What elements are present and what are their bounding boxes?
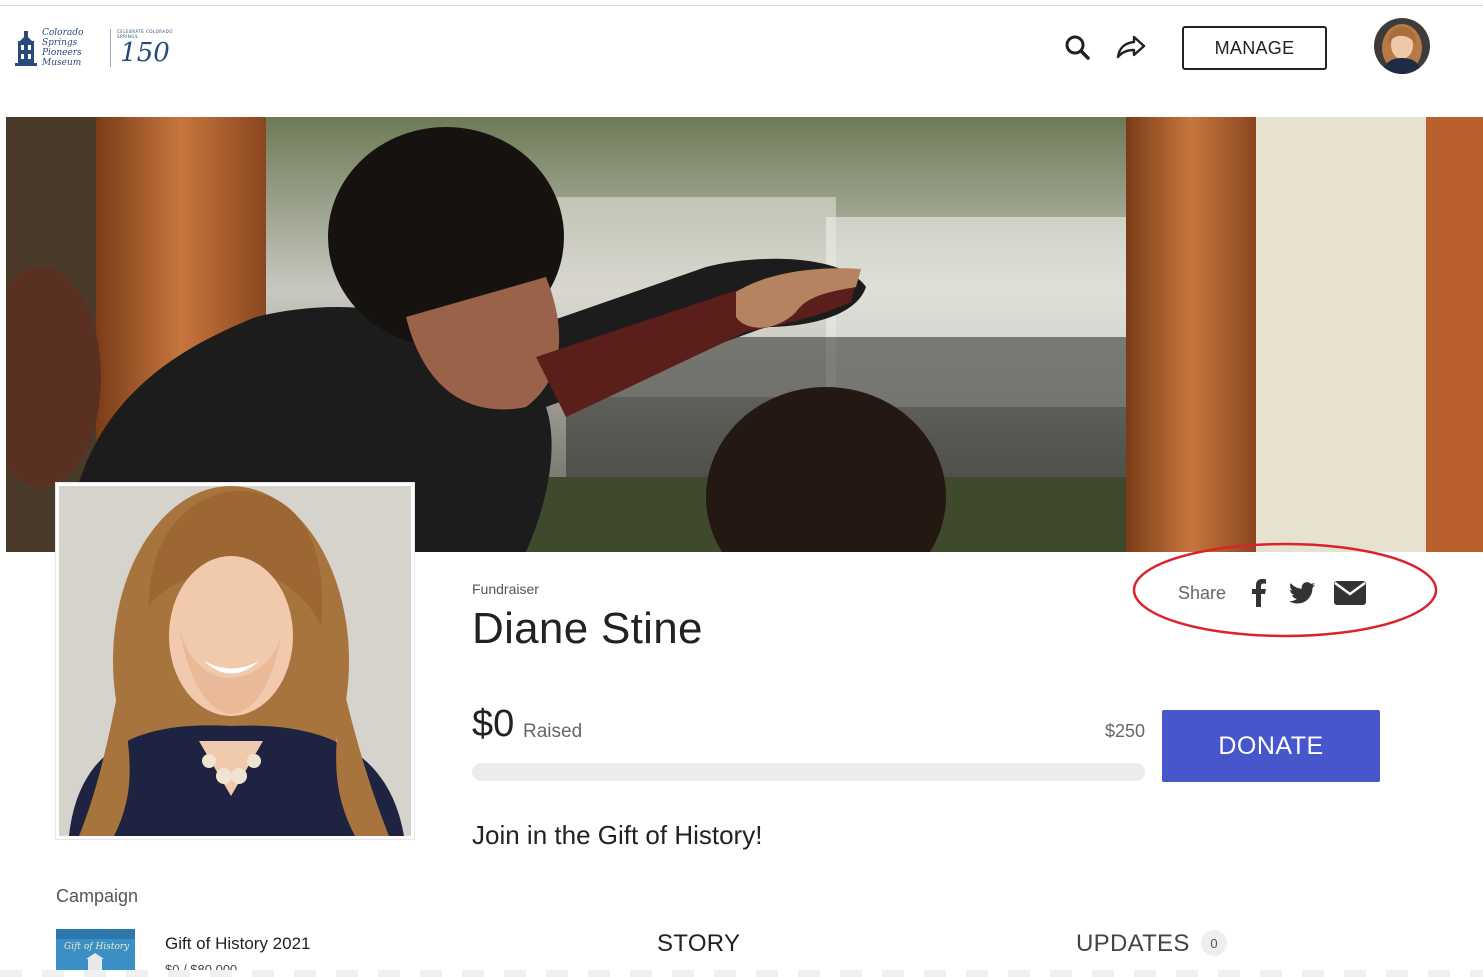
fundraiser-type-label: Fundraiser — [472, 581, 539, 597]
logo-wordmark: Colorado Springs Pioneers Museum — [42, 28, 84, 68]
tab-story[interactable]: STORY — [657, 930, 740, 958]
raised-label: Raised — [523, 721, 583, 742]
donate-button[interactable]: DONATE — [1162, 710, 1380, 782]
share-label: Share — [1178, 582, 1227, 603]
courthouse-icon — [14, 29, 38, 67]
share-icon[interactable] — [1116, 32, 1146, 62]
site-logo[interactable]: Colorado Springs Pioneers Museum CELEBRA… — [14, 24, 178, 72]
facebook-icon[interactable] — [1246, 578, 1272, 608]
updates-count-badge: 0 — [1201, 930, 1227, 956]
fundraiser-profile-photo — [56, 483, 414, 839]
fundraiser-name: Diane Stine — [472, 604, 703, 653]
tab-updates[interactable]: UPDATES — [1076, 930, 1190, 958]
manage-button[interactable]: MANAGE — [1182, 26, 1327, 70]
twitter-icon[interactable] — [1290, 578, 1316, 608]
fundraiser-tagline: Join in the Gift of History! — [472, 820, 763, 850]
logo-150-badge: CELEBRATE COLORADO SPRINGS 150 — [117, 29, 173, 67]
svg-text:Gift of History: Gift of History — [64, 942, 130, 952]
page-fade-edge — [0, 970, 1483, 977]
campaign-name[interactable]: Gift of History 2021 — [165, 934, 311, 954]
top-border — [0, 5, 1483, 6]
share-bar: Share — [1178, 578, 1384, 608]
user-avatar[interactable] — [1374, 18, 1430, 74]
goal-amount: $250 — [1104, 721, 1145, 741]
fundraising-progress-bar — [472, 763, 1145, 781]
amount-raised: $0 — [472, 703, 515, 745]
search-icon[interactable] — [1062, 32, 1092, 62]
logo-number: 150 — [120, 38, 170, 68]
email-icon[interactable] — [1334, 578, 1367, 608]
campaign-section-label: Campaign — [56, 886, 139, 906]
logo-divider — [110, 29, 111, 67]
